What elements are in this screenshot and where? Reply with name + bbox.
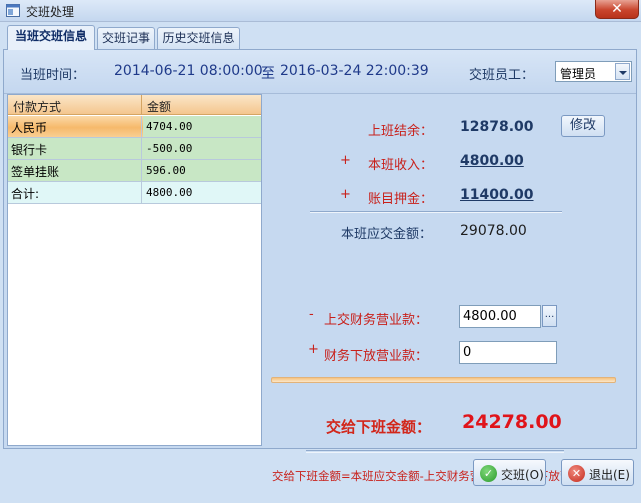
prev-balance-label: 上班结余： <box>368 124 434 139</box>
close-icon: ✕ <box>611 1 623 17</box>
table-row[interactable]: 银行卡 -500.00 <box>8 138 261 160</box>
row-method: 银行卡 <box>8 138 142 159</box>
confirm-label: 交班(O) <box>501 468 544 482</box>
issued-input[interactable]: 0 <box>459 341 557 364</box>
orange-divider <box>271 377 616 383</box>
chevron-down-icon[interactable] <box>615 63 630 80</box>
exit-label: 退出(E) <box>589 468 630 482</box>
deposit-sign: + <box>340 187 351 202</box>
column-header-method[interactable]: 付款方式 <box>13 98 61 115</box>
tab-label: 当班交班信息 <box>14 29 87 43</box>
issued-label: 财务下放营业款： <box>324 349 429 364</box>
tab-history[interactable]: 历史交班信息 <box>157 27 240 49</box>
confirm-handover-button[interactable]: ✓ 交班(O) <box>473 459 546 486</box>
handover-value: 24278.00 <box>462 411 562 433</box>
table-row[interactable]: 签单挂账 596.00 <box>8 160 261 182</box>
divider <box>310 211 562 213</box>
window-title: 交班处理 <box>26 5 75 19</box>
shift-start-time: 2014-06-21 08:00:00 <box>114 63 263 79</box>
shift-end-time: 2016-03-24 22:00:39 <box>280 63 429 79</box>
grid-header: 付款方式 金额 <box>8 95 261 115</box>
due-amount-value: 29078.00 <box>460 223 527 239</box>
tab-bar: 当班交班信息 交班记事 历史交班信息 <box>0 22 641 50</box>
row-amount: 596.00 <box>146 164 186 177</box>
close-icon: ✕ <box>568 465 585 482</box>
payment-grid: 付款方式 金额 人民币 4704.00 银行卡 -500.00 签单挂账 596… <box>7 94 262 446</box>
income-sign: + <box>340 153 351 168</box>
table-row-total[interactable]: 合计: 4800.00 <box>8 182 261 204</box>
handed-sign: - <box>309 307 314 322</box>
tab-current-shift[interactable]: 当班交班信息 <box>7 25 95 50</box>
due-amount-label: 本班应交金额： <box>341 227 433 242</box>
income-label: 本班收入： <box>368 158 434 173</box>
staff-select[interactable]: 管理员 <box>555 61 632 82</box>
handover-label: 交给下班金额： <box>326 418 432 436</box>
summary-panel: 上班结余： 12878.00 修改 + 本班收入： 4800.00 + 账目押金… <box>264 94 636 483</box>
checkmark-icon: ✓ <box>480 465 497 482</box>
column-header-amount[interactable]: 金额 <box>147 98 171 115</box>
table-row[interactable]: 人民币 4704.00 <box>8 116 261 138</box>
column-divider <box>141 95 142 115</box>
modify-button[interactable]: 修改 <box>561 115 605 137</box>
staff-label: 交班员工： <box>469 68 535 83</box>
browse-button[interactable]: ... <box>542 305 557 327</box>
main-panel: 当班时间： 2014-06-21 08:00:00 至 2016-03-24 2… <box>3 49 637 483</box>
tab-label: 交班记事 <box>101 31 150 45</box>
formula-text: 交给下班金额=本班应交金额-上交财务营业款+财务下放营业款 <box>272 469 595 483</box>
row-amount: 4800.00 <box>146 186 193 199</box>
tab-shift-notes[interactable]: 交班记事 <box>97 27 155 49</box>
row-amount: 4704.00 <box>143 116 261 137</box>
handed-input[interactable]: 4800.00 <box>459 305 541 328</box>
issued-sign: + <box>308 342 319 357</box>
app-icon <box>6 4 20 17</box>
row-method: 人民币 <box>8 116 142 137</box>
shift-to-text: 至 <box>261 66 275 82</box>
shift-header: 当班时间： 2014-06-21 08:00:00 至 2016-03-24 2… <box>4 50 636 94</box>
close-button[interactable]: ✕ <box>595 0 639 19</box>
deposit-label: 账目押金： <box>368 192 434 207</box>
income-value[interactable]: 4800.00 <box>460 153 524 169</box>
row-method: 签单挂账 <box>8 160 142 181</box>
prev-balance-value: 12878.00 <box>460 119 534 135</box>
row-amount: -500.00 <box>146 142 193 155</box>
exit-button[interactable]: ✕ 退出(E) <box>561 459 634 486</box>
tab-label: 历史交班信息 <box>162 31 235 45</box>
handed-label: 上交财务营业款： <box>324 313 429 328</box>
row-method: 合计: <box>8 182 142 203</box>
staff-value: 管理员 <box>560 67 597 81</box>
deposit-value[interactable]: 11400.00 <box>460 187 534 203</box>
title-bar: 交班处理 ✕ <box>0 0 641 22</box>
shift-time-label: 当班时间： <box>20 68 86 83</box>
divider <box>306 450 564 453</box>
